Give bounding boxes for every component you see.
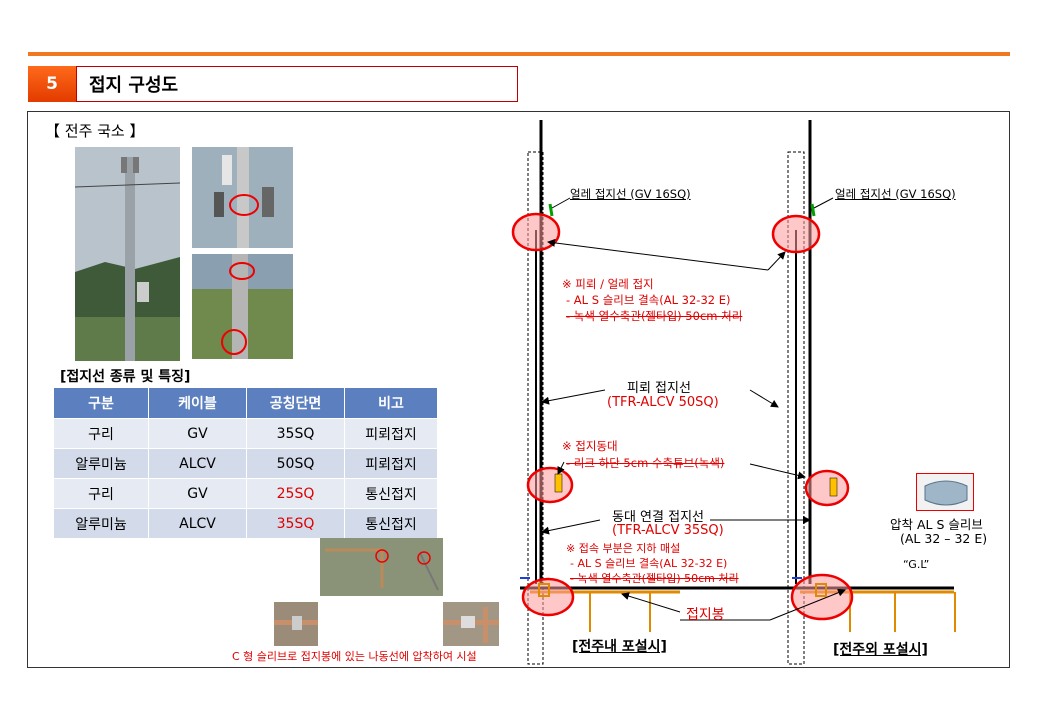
table-header: 비고 <box>344 387 438 419</box>
table-cell: ALCV <box>148 448 247 479</box>
note2-line1: - 리크 하단 5cm 수축튜브(녹색) <box>566 456 725 470</box>
table-cell: GV <box>148 478 247 509</box>
note1-line2: - 녹색 열수축관(젤타입) 50cm 처리 <box>566 309 743 323</box>
table-row: 알루미늄 ALCV 35SQ 통신접지 <box>53 508 438 539</box>
table-cell: 구리 <box>53 418 149 449</box>
table-header: 케이블 <box>148 387 247 419</box>
table-cell: 50SQ <box>246 448 345 479</box>
note3-line1: - AL S 슬리브 결속(AL 32-32 E) <box>570 557 728 570</box>
sleeve-icon <box>916 473 974 511</box>
pole-section-title: 【 전주 국소 】 <box>45 122 145 140</box>
outer-caption: [전주외 포설시] <box>833 642 928 658</box>
table-cell: 피뢰접지 <box>344 418 438 449</box>
table-cell: GV <box>148 418 247 449</box>
table-cell: 알루미늄 <box>53 508 149 539</box>
bond-spec: (TFR-ALCV 35SQ) <box>612 523 724 538</box>
sleeve-caption: C 형 슬리브로 접지봉에 있는 나동선에 압착하여 시설 <box>232 650 477 663</box>
table-row: 알루미늄 ALCV 50SQ 피뢰접지 <box>53 448 438 479</box>
gl-label: “G.L” <box>903 558 930 571</box>
left-top-label: 얼레 접지선 (GV 16SQ) <box>570 187 691 201</box>
note3-title: ※ 접속 부분은 지하 매설 <box>566 542 681 555</box>
note1-line1: - AL S 슬리브 결속(AL 32-32 E) <box>566 293 731 307</box>
table-header: 구분 <box>53 387 149 419</box>
note3-line2: - 녹색 열수축관(젤타입) 50cm 처리 <box>570 572 739 585</box>
sleeve-spec: (AL 32 – 32 E) <box>900 531 988 546</box>
table-cell: 25SQ <box>246 478 345 509</box>
header-rule <box>28 52 1010 56</box>
table-title: [접지선 종류 및 특징] <box>60 369 191 385</box>
lightning-spec: (TFR-ALCV 50SQ) <box>607 395 719 410</box>
table-cell: 35SQ <box>246 418 345 449</box>
table-row: 구리 GV 35SQ 피뢰접지 <box>53 418 438 449</box>
table-cell: 35SQ <box>246 508 345 539</box>
table-cell: 통신접지 <box>344 508 438 539</box>
table-cell: 피뢰접지 <box>344 448 438 479</box>
pole-photo <box>75 147 180 361</box>
ground-wire-table: 구분 케이블 공칭단면 비고 구리 GV 35SQ 피뢰접지 알루미늄 ALCV… <box>53 387 438 539</box>
table-header: 공칭단면 <box>246 387 345 419</box>
table-cell: 알루미늄 <box>53 448 149 479</box>
antenna-photo <box>192 147 293 248</box>
right-top-label: 얼레 접지선 (GV 16SQ) <box>835 187 956 201</box>
note2-title: ※ 접지동대 <box>562 439 618 453</box>
table-row: 구리 GV 25SQ 통신접지 <box>53 478 438 509</box>
rod-photo-top <box>320 538 443 596</box>
section-number: 5 <box>28 66 76 102</box>
table-cell: ALCV <box>148 508 247 539</box>
rod-label: 접지봉 <box>686 607 725 623</box>
sleeve-photo-right <box>443 602 499 646</box>
table-cell: 통신접지 <box>344 478 438 509</box>
table-cell: 구리 <box>53 478 149 509</box>
section-title: 접지 구성도 <box>76 66 518 102</box>
sleeve-photo-left <box>274 602 318 646</box>
inner-caption: [전주내 포설시] <box>572 639 667 655</box>
lightning-label: 피뢰 접지선 <box>627 381 691 396</box>
ground-photo <box>192 254 293 359</box>
note1-title: ※ 피뢰 / 얼레 접지 <box>562 277 654 291</box>
